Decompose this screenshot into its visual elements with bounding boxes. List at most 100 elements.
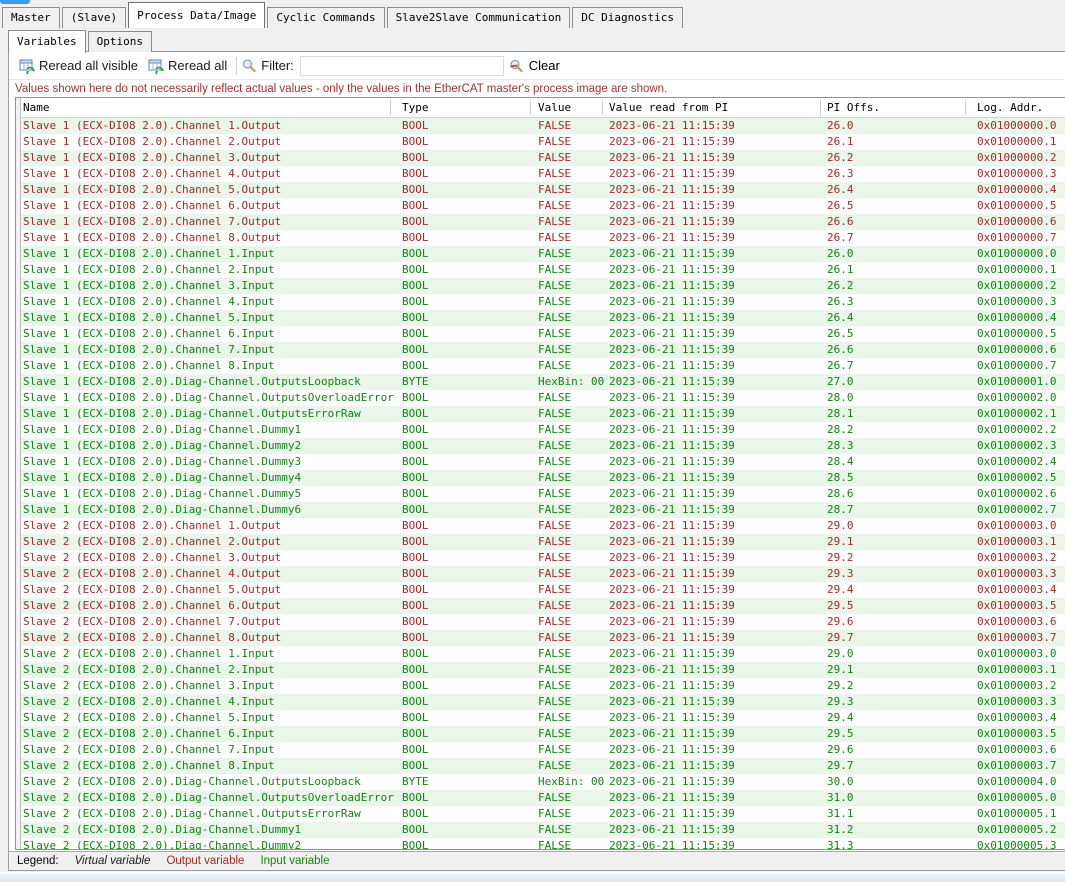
table-row[interactable]: Slave 1 (ECX-DI08 2.0).Channel 5.InputBO… (16, 310, 1065, 326)
cell-name: Slave 1 (ECX-DI08 2.0).Channel 4.Output (23, 166, 281, 182)
cell-pi-offs: 29.7 (827, 630, 854, 646)
cell-value: FALSE (538, 214, 571, 230)
table-row[interactable]: Slave 2 (ECX-DI08 2.0).Channel 4.OutputB… (16, 566, 1065, 582)
table-row[interactable]: Slave 2 (ECX-DI08 2.0).Channel 2.OutputB… (16, 534, 1065, 550)
table-row[interactable]: Slave 1 (ECX-DI08 2.0).Channel 7.InputBO… (16, 342, 1065, 358)
table-row[interactable]: Slave 2 (ECX-DI08 2.0).Channel 2.InputBO… (16, 662, 1065, 678)
column-header-value[interactable]: Value (538, 98, 571, 118)
subtab-options[interactable]: Options (88, 31, 152, 52)
column-header-name[interactable]: Name (23, 98, 50, 118)
table-row[interactable]: Slave 2 (ECX-DI08 2.0).Channel 7.OutputB… (16, 614, 1065, 630)
cell-value: FALSE (538, 742, 571, 758)
table-row[interactable]: Slave 1 (ECX-DI08 2.0).Diag-Channel.Dumm… (16, 486, 1065, 502)
column-divider[interactable] (820, 100, 821, 115)
cell-type: BOOL (402, 502, 429, 518)
table-row[interactable]: Slave 2 (ECX-DI08 2.0).Diag-Channel.Dumm… (16, 838, 1065, 850)
table-row[interactable]: Slave 2 (ECX-DI08 2.0).Diag-Channel.Outp… (16, 806, 1065, 822)
table-row[interactable]: Slave 2 (ECX-DI08 2.0).Diag-Channel.Dumm… (16, 822, 1065, 838)
column-header-log-addr[interactable]: Log. Addr. (977, 98, 1043, 118)
tab-slave2slave-communication[interactable]: Slave2Slave Communication (387, 7, 571, 28)
table-row[interactable]: Slave 1 (ECX-DI08 2.0).Diag-Channel.Outp… (16, 374, 1065, 390)
table-row[interactable]: Slave 1 (ECX-DI08 2.0).Channel 1.OutputB… (16, 118, 1065, 134)
tab-master[interactable]: Master (2, 7, 60, 28)
table-row[interactable]: Slave 2 (ECX-DI08 2.0).Channel 4.InputBO… (16, 694, 1065, 710)
tab-process-data-image[interactable]: Process Data/Image (128, 2, 265, 28)
table-row[interactable]: Slave 2 (ECX-DI08 2.0).Channel 5.InputBO… (16, 710, 1065, 726)
table-row[interactable]: Slave 2 (ECX-DI08 2.0).Channel 5.OutputB… (16, 582, 1065, 598)
cell-log-addr: 0x01000004.0 (977, 774, 1056, 790)
table-row[interactable]: Slave 1 (ECX-DI08 2.0).Channel 7.OutputB… (16, 214, 1065, 230)
table-row[interactable]: Slave 1 (ECX-DI08 2.0).Channel 3.InputBO… (16, 278, 1065, 294)
column-header-value-read-from-pi[interactable]: Value read from PI (609, 98, 728, 118)
tab-slave[interactable]: (Slave) (62, 7, 126, 28)
table-row[interactable]: Slave 2 (ECX-DI08 2.0).Channel 8.InputBO… (16, 758, 1065, 774)
cell-name: Slave 1 (ECX-DI08 2.0).Diag-Channel.Dumm… (23, 470, 301, 486)
table-row[interactable]: Slave 2 (ECX-DI08 2.0).Diag-Channel.Outp… (16, 790, 1065, 806)
cell-log-addr: 0x01000003.3 (977, 566, 1056, 582)
cell-value: FALSE (538, 134, 571, 150)
table-row[interactable]: Slave 1 (ECX-DI08 2.0).Diag-Channel.Dumm… (16, 438, 1065, 454)
table-row[interactable]: Slave 1 (ECX-DI08 2.0).Channel 4.OutputB… (16, 166, 1065, 182)
table-row[interactable]: Slave 1 (ECX-DI08 2.0).Diag-Channel.Outp… (16, 390, 1065, 406)
cell-type: BOOL (402, 838, 429, 850)
filter-input[interactable] (300, 56, 504, 76)
table-row[interactable]: Slave 2 (ECX-DI08 2.0).Diag-Channel.Outp… (16, 774, 1065, 790)
table-row[interactable]: Slave 1 (ECX-DI08 2.0).Channel 3.OutputB… (16, 150, 1065, 166)
table-row[interactable]: Slave 2 (ECX-DI08 2.0).Channel 7.InputBO… (16, 742, 1065, 758)
table-row[interactable]: Slave 1 (ECX-DI08 2.0).Diag-Channel.Dumm… (16, 502, 1065, 518)
tab-dc-diagnostics[interactable]: DC Diagnostics (572, 7, 683, 28)
cell-log-addr: 0x01000000.7 (977, 358, 1056, 374)
table-row[interactable]: Slave 1 (ECX-DI08 2.0).Diag-Channel.Dumm… (16, 422, 1065, 438)
cell-value-read-from-pi: 2023-06-21 11:15:39 (609, 374, 735, 390)
table-row[interactable]: Slave 1 (ECX-DI08 2.0).Diag-Channel.Dumm… (16, 470, 1065, 486)
cell-name: Slave 1 (ECX-DI08 2.0).Channel 2.Input (23, 262, 275, 278)
table-row[interactable]: Slave 1 (ECX-DI08 2.0).Channel 4.InputBO… (16, 294, 1065, 310)
cell-value-read-from-pi: 2023-06-21 11:15:39 (609, 726, 735, 742)
column-divider[interactable] (390, 100, 391, 115)
table-row[interactable]: Slave 2 (ECX-DI08 2.0).Channel 8.OutputB… (16, 630, 1065, 646)
cell-value-read-from-pi: 2023-06-21 11:15:39 (609, 774, 735, 790)
table-row[interactable]: Slave 2 (ECX-DI08 2.0).Channel 3.OutputB… (16, 550, 1065, 566)
cell-log-addr: 0x01000003.5 (977, 726, 1056, 742)
table-row[interactable]: Slave 2 (ECX-DI08 2.0).Channel 6.OutputB… (16, 598, 1065, 614)
cell-log-addr: 0x01000000.1 (977, 262, 1056, 278)
reread-all-button[interactable]: Reread all (143, 56, 232, 76)
main-tab-bar: Master(Slave)Process Data/ImageCyclic Co… (2, 2, 685, 28)
table-row[interactable]: Slave 1 (ECX-DI08 2.0).Channel 5.OutputB… (16, 182, 1065, 198)
reread-all-label: Reread all (168, 58, 227, 73)
reread-all-visible-button[interactable]: Reread all visible (14, 56, 143, 76)
cell-value: FALSE (538, 694, 571, 710)
cell-log-addr: 0x01000003.1 (977, 662, 1056, 678)
table-row[interactable]: Slave 1 (ECX-DI08 2.0).Channel 8.InputBO… (16, 358, 1065, 374)
clear-filter-button[interactable]: Clear (508, 58, 560, 74)
table-row[interactable]: Slave 1 (ECX-DI08 2.0).Channel 6.OutputB… (16, 198, 1065, 214)
cell-pi-offs: 31.3 (827, 838, 854, 850)
column-divider[interactable] (602, 100, 603, 115)
table-row[interactable]: Slave 1 (ECX-DI08 2.0).Diag-Channel.Dumm… (16, 454, 1065, 470)
cell-value: FALSE (538, 438, 571, 454)
cell-name: Slave 2 (ECX-DI08 2.0).Channel 3.Input (23, 678, 275, 694)
table-row[interactable]: Slave 1 (ECX-DI08 2.0).Diag-Channel.Outp… (16, 406, 1065, 422)
table-row[interactable]: Slave 1 (ECX-DI08 2.0).Channel 6.InputBO… (16, 326, 1065, 342)
cell-value: FALSE (538, 598, 571, 614)
cell-name: Slave 2 (ECX-DI08 2.0).Channel 8.Output (23, 630, 281, 646)
table-row[interactable]: Slave 1 (ECX-DI08 2.0).Channel 2.InputBO… (16, 262, 1065, 278)
table-row[interactable]: Slave 1 (ECX-DI08 2.0).Channel 2.OutputB… (16, 134, 1065, 150)
cell-pi-offs: 29.5 (827, 598, 854, 614)
table-row[interactable]: Slave 2 (ECX-DI08 2.0).Channel 6.InputBO… (16, 726, 1065, 742)
cell-pi-offs: 28.7 (827, 502, 854, 518)
column-divider[interactable] (530, 100, 531, 115)
tab-cyclic-commands[interactable]: Cyclic Commands (267, 7, 384, 28)
column-divider[interactable] (965, 100, 966, 115)
table-row[interactable]: Slave 2 (ECX-DI08 2.0).Channel 1.InputBO… (16, 646, 1065, 662)
table-row[interactable]: Slave 1 (ECX-DI08 2.0).Channel 8.OutputB… (16, 230, 1065, 246)
cell-name: Slave 2 (ECX-DI08 2.0).Channel 8.Input (23, 758, 275, 774)
cell-value-read-from-pi: 2023-06-21 11:15:39 (609, 566, 735, 582)
table-row[interactable]: Slave 2 (ECX-DI08 2.0).Channel 1.OutputB… (16, 518, 1065, 534)
table-row[interactable]: Slave 1 (ECX-DI08 2.0).Channel 1.InputBO… (16, 246, 1065, 262)
table-row[interactable]: Slave 2 (ECX-DI08 2.0).Channel 3.InputBO… (16, 678, 1065, 694)
subtab-variables[interactable]: Variables (8, 30, 86, 53)
table-header: Name Type Value Value read from PI PI Offs. L… (16, 98, 1065, 118)
column-header-type[interactable]: Type (402, 98, 429, 118)
column-header-pi-offs[interactable]: PI Offs. (827, 98, 880, 118)
